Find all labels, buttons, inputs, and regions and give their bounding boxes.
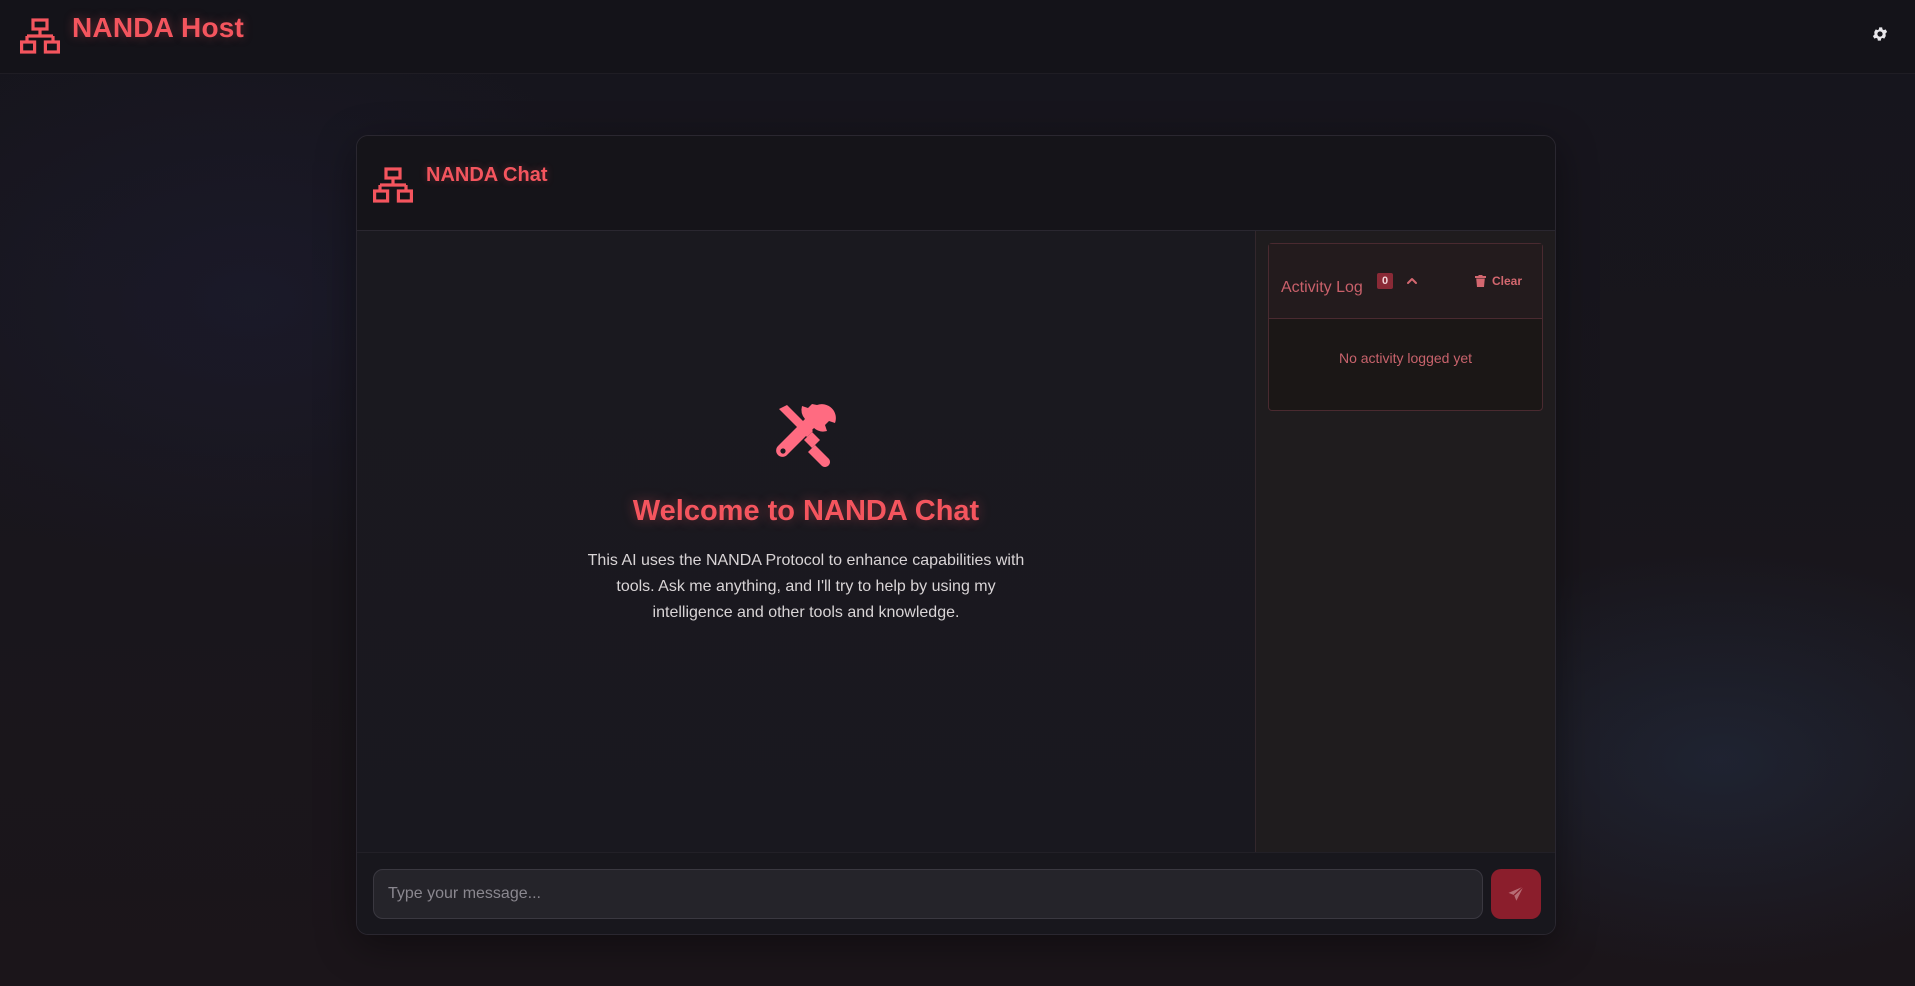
network-icon bbox=[373, 167, 413, 203]
activity-sidebar: Activity Log 0 Clear No activity logged … bbox=[1255, 231, 1555, 934]
chat-card: NANDA Chat Welcome to NANDA Chat This AI… bbox=[356, 135, 1556, 935]
send-button[interactable] bbox=[1491, 869, 1541, 919]
welcome-title: Welcome to NANDA Chat bbox=[632, 495, 980, 527]
welcome-description: This AI uses the NANDA Protocol to enhan… bbox=[587, 552, 1025, 621]
app-header: NANDA Host bbox=[0, 0, 1915, 74]
clear-log-button[interactable]: Clear bbox=[1474, 273, 1522, 289]
app-title: NANDA Host bbox=[72, 12, 245, 43]
activity-empty-message: No activity logged yet bbox=[1338, 350, 1473, 366]
welcome-panel: Welcome to NANDA Chat This AI uses the N… bbox=[357, 401, 1255, 626]
chat-messages-area: Welcome to NANDA Chat This AI uses the N… bbox=[357, 231, 1255, 934]
chevron-up-icon[interactable] bbox=[1406, 275, 1418, 287]
gear-icon[interactable] bbox=[1871, 25, 1889, 43]
activity-log-panel: Activity Log 0 Clear No activity logged … bbox=[1268, 243, 1543, 411]
trash-icon bbox=[1474, 275, 1486, 287]
chat-title: NANDA Chat bbox=[426, 164, 548, 186]
activity-count-badge: 0 bbox=[1377, 273, 1393, 289]
clear-log-label: Clear bbox=[1491, 274, 1522, 288]
network-icon bbox=[20, 18, 60, 54]
tools-icon bbox=[776, 404, 836, 467]
message-composer bbox=[357, 852, 1555, 934]
message-input[interactable] bbox=[373, 869, 1483, 919]
activity-log-header[interactable]: Activity Log 0 Clear bbox=[1269, 244, 1542, 319]
activity-log-title: Activity Log bbox=[1281, 279, 1363, 296]
chat-header: NANDA Chat bbox=[357, 136, 1555, 231]
paper-plane-icon bbox=[1508, 886, 1524, 901]
